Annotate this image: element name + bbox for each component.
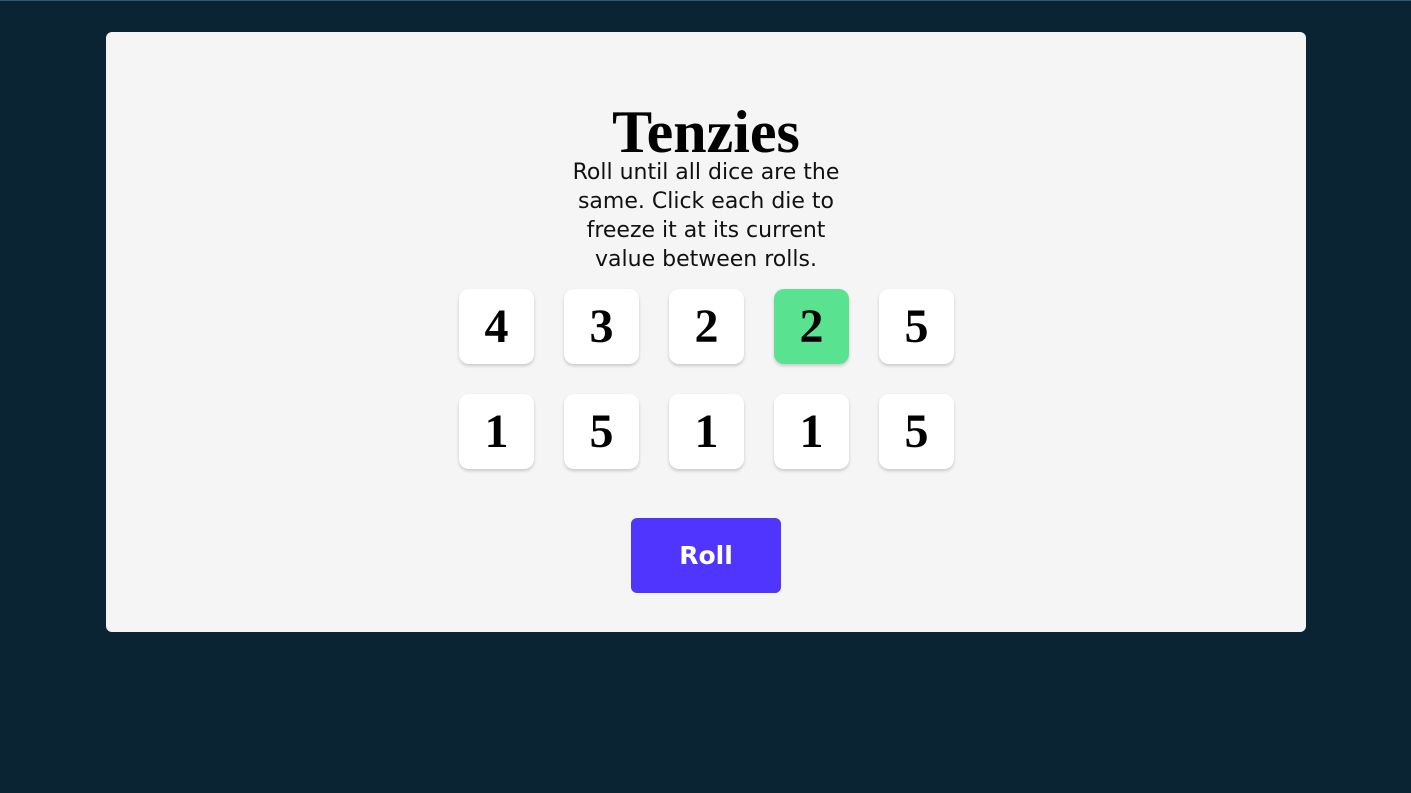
roll-button[interactable]: Roll <box>631 518 781 593</box>
die-value: 3 <box>589 299 614 353</box>
die-1[interactable]: 4 <box>459 289 534 364</box>
die-7[interactable]: 5 <box>564 394 639 469</box>
die-value: 5 <box>904 404 929 458</box>
die-value: 1 <box>484 404 509 458</box>
game-card: Tenzies Roll until all dice are the same… <box>106 32 1306 632</box>
die-4[interactable]: 2 <box>774 289 849 364</box>
die-value: 1 <box>694 404 719 458</box>
die-value: 5 <box>904 299 929 353</box>
die-8[interactable]: 1 <box>669 394 744 469</box>
die-5[interactable]: 5 <box>879 289 954 364</box>
page-title: Tenzies <box>612 99 800 165</box>
die-10[interactable]: 5 <box>879 394 954 469</box>
die-6[interactable]: 1 <box>459 394 534 469</box>
die-value: 1 <box>799 404 824 458</box>
die-2[interactable]: 3 <box>564 289 639 364</box>
die-value: 2 <box>694 299 719 353</box>
die-3[interactable]: 2 <box>669 289 744 364</box>
die-value: 5 <box>589 404 614 458</box>
die-value: 4 <box>484 299 509 353</box>
instructions-text: Roll until all dice are the same. Click … <box>572 160 840 272</box>
dice-grid: 4 3 2 2 5 1 5 1 1 5 <box>459 289 954 469</box>
die-value: 2 <box>799 299 824 353</box>
die-9[interactable]: 1 <box>774 394 849 469</box>
